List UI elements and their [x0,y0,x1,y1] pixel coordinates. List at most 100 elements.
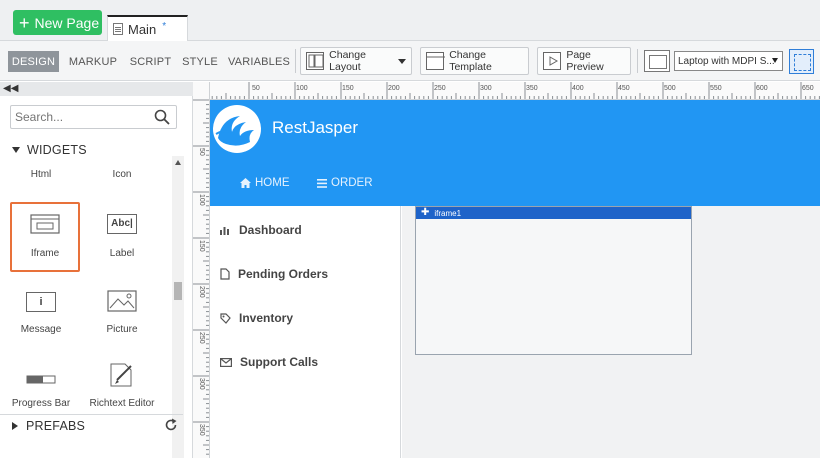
label-icon: Abc| [107,214,137,234]
change-layout-button[interactable]: Change Layout [300,47,412,75]
nav-order-label: ORDER [331,177,373,189]
ruler-label: 650 [802,85,814,92]
refresh-icon[interactable] [164,418,178,432]
side-link-dashboard[interactable]: Dashboard [220,223,302,237]
app-header[interactable]: RestJasper HOME ORDER [210,100,820,206]
ruler-label: 400 [572,85,584,92]
widget-label: Label [109,248,135,259]
icon-widget-icon [107,156,137,167]
tab-main[interactable]: Main * [107,15,188,41]
ruler-label: 250 [198,332,205,344]
page-preview-label: Page Preview [566,49,604,73]
tab-markup[interactable]: MARKUP [66,51,120,72]
prefabs-section-header[interactable]: PREFABS [0,414,183,436]
chevron-down-icon [772,58,778,63]
design-canvas[interactable]: RestJasper HOME ORDER Dashboard Pending … [210,100,820,458]
caret-right-icon [12,421,18,430]
widget-label: Picture [106,324,138,335]
ruler-label: 300 [198,378,205,390]
scroll-thumb[interactable] [174,282,182,300]
widget-iframe[interactable]: Iframe [10,202,80,272]
chevron-down-icon [398,58,406,64]
tab-main-label: Main [128,21,157,37]
widget-label: Icon [112,169,132,180]
widget-label: Richtext Editor [89,398,155,409]
plus-icon: + [19,12,30,33]
grid-toggle-button[interactable] [789,49,814,74]
move-icon[interactable]: ✚ [421,208,429,218]
widget-label-widget[interactable]: Abc| Label [87,202,157,272]
home-icon [240,178,251,188]
side-link-label: Support Calls [240,355,319,369]
template-icon [426,52,445,70]
nav-home-label: HOME [255,177,290,189]
search-icon[interactable] [154,109,170,125]
widget-label: Message [20,324,62,335]
tab-script[interactable]: SCRIPT [128,51,173,72]
ruler-left: 50 100 150 200 250 300 350 [193,82,210,458]
side-link-support-calls[interactable]: Support Calls [220,355,318,369]
new-page-button[interactable]: + New Page [13,10,102,35]
search-input[interactable] [10,105,177,129]
change-layout-label: Change Layout [329,49,366,73]
scroll-up-icon[interactable] [175,160,181,165]
side-link-inventory[interactable]: Inventory [220,311,293,325]
new-page-label: New Page [34,14,100,31]
layout-icon [306,52,325,70]
side-link-label: Dashboard [239,223,302,237]
tab-variables[interactable]: VARIABLES [228,51,290,72]
change-template-label: Change Template [449,49,492,73]
ruler-label: 450 [618,85,630,92]
message-icon: i [26,292,56,312]
iframe-widget[interactable]: ✚ iframe1 [415,206,692,355]
widgets-header-label: WIDGETS [27,143,87,157]
ruler-label: 350 [198,424,205,436]
ruler-label: 200 [198,286,205,298]
envelope-icon [220,357,232,367]
top-bar: + New Page Main * [0,0,820,41]
ruler-label: 100 [198,194,205,206]
iframe-titlebar[interactable]: ✚ iframe1 [416,207,691,219]
unsaved-indicator: * [162,20,167,32]
widgets-scrollbar[interactable] [172,156,184,458]
widgets-sidebar: ◀◀ WIDGETS Html Icon Iframe [0,82,193,458]
document-icon [113,23,123,35]
progress-bar-icon [26,375,56,384]
toolbar-divider [637,49,638,73]
ruler-label: 150 [342,85,354,92]
ruler-label: 300 [480,85,492,92]
app-content-area[interactable]: ✚ iframe1 [402,206,820,458]
picture-icon [107,290,137,312]
widget-picture[interactable]: Picture [87,280,157,350]
side-link-pending-orders[interactable]: Pending Orders [220,267,328,281]
device-select[interactable]: Laptop with MDPI S... [674,51,783,71]
device-icon [644,50,670,72]
nav-home[interactable]: HOME [240,177,290,189]
bar-chart-icon [220,227,229,235]
side-link-label: Pending Orders [238,267,329,281]
tab-style[interactable]: STYLE [180,51,220,72]
change-template-button[interactable]: Change Template [420,47,529,75]
document-icon [220,268,230,280]
side-link-label: Inventory [239,311,294,325]
ruler-ticks [202,82,820,99]
widget-grid: Html Icon Iframe Abc| Label i Message Pi… [0,156,172,458]
double-chevron-left-icon: ◀◀ [3,83,19,94]
play-icon [543,52,562,70]
ruler-label: 350 [526,85,538,92]
ruler-label: 100 [296,85,308,92]
toolbar: DESIGN MARKUP SCRIPT STYLE VARIABLES Cha… [0,41,820,81]
ruler-label: 50 [252,85,260,92]
richtext-editor-icon [110,363,132,387]
nav-order[interactable]: ORDER [317,177,373,189]
widget-label: Iframe [30,248,60,259]
tab-design[interactable]: DESIGN [8,51,59,72]
widget-label: Html [30,169,52,180]
page-preview-button[interactable]: Page Preview [537,47,631,75]
ruler-label: 250 [434,85,446,92]
widget-label: Progress Bar [11,398,71,409]
widget-message[interactable]: i Message [6,280,76,350]
collapse-sidebar-button[interactable]: ◀◀ [0,82,193,96]
list-icon [317,178,327,188]
iframe-icon [30,214,60,234]
